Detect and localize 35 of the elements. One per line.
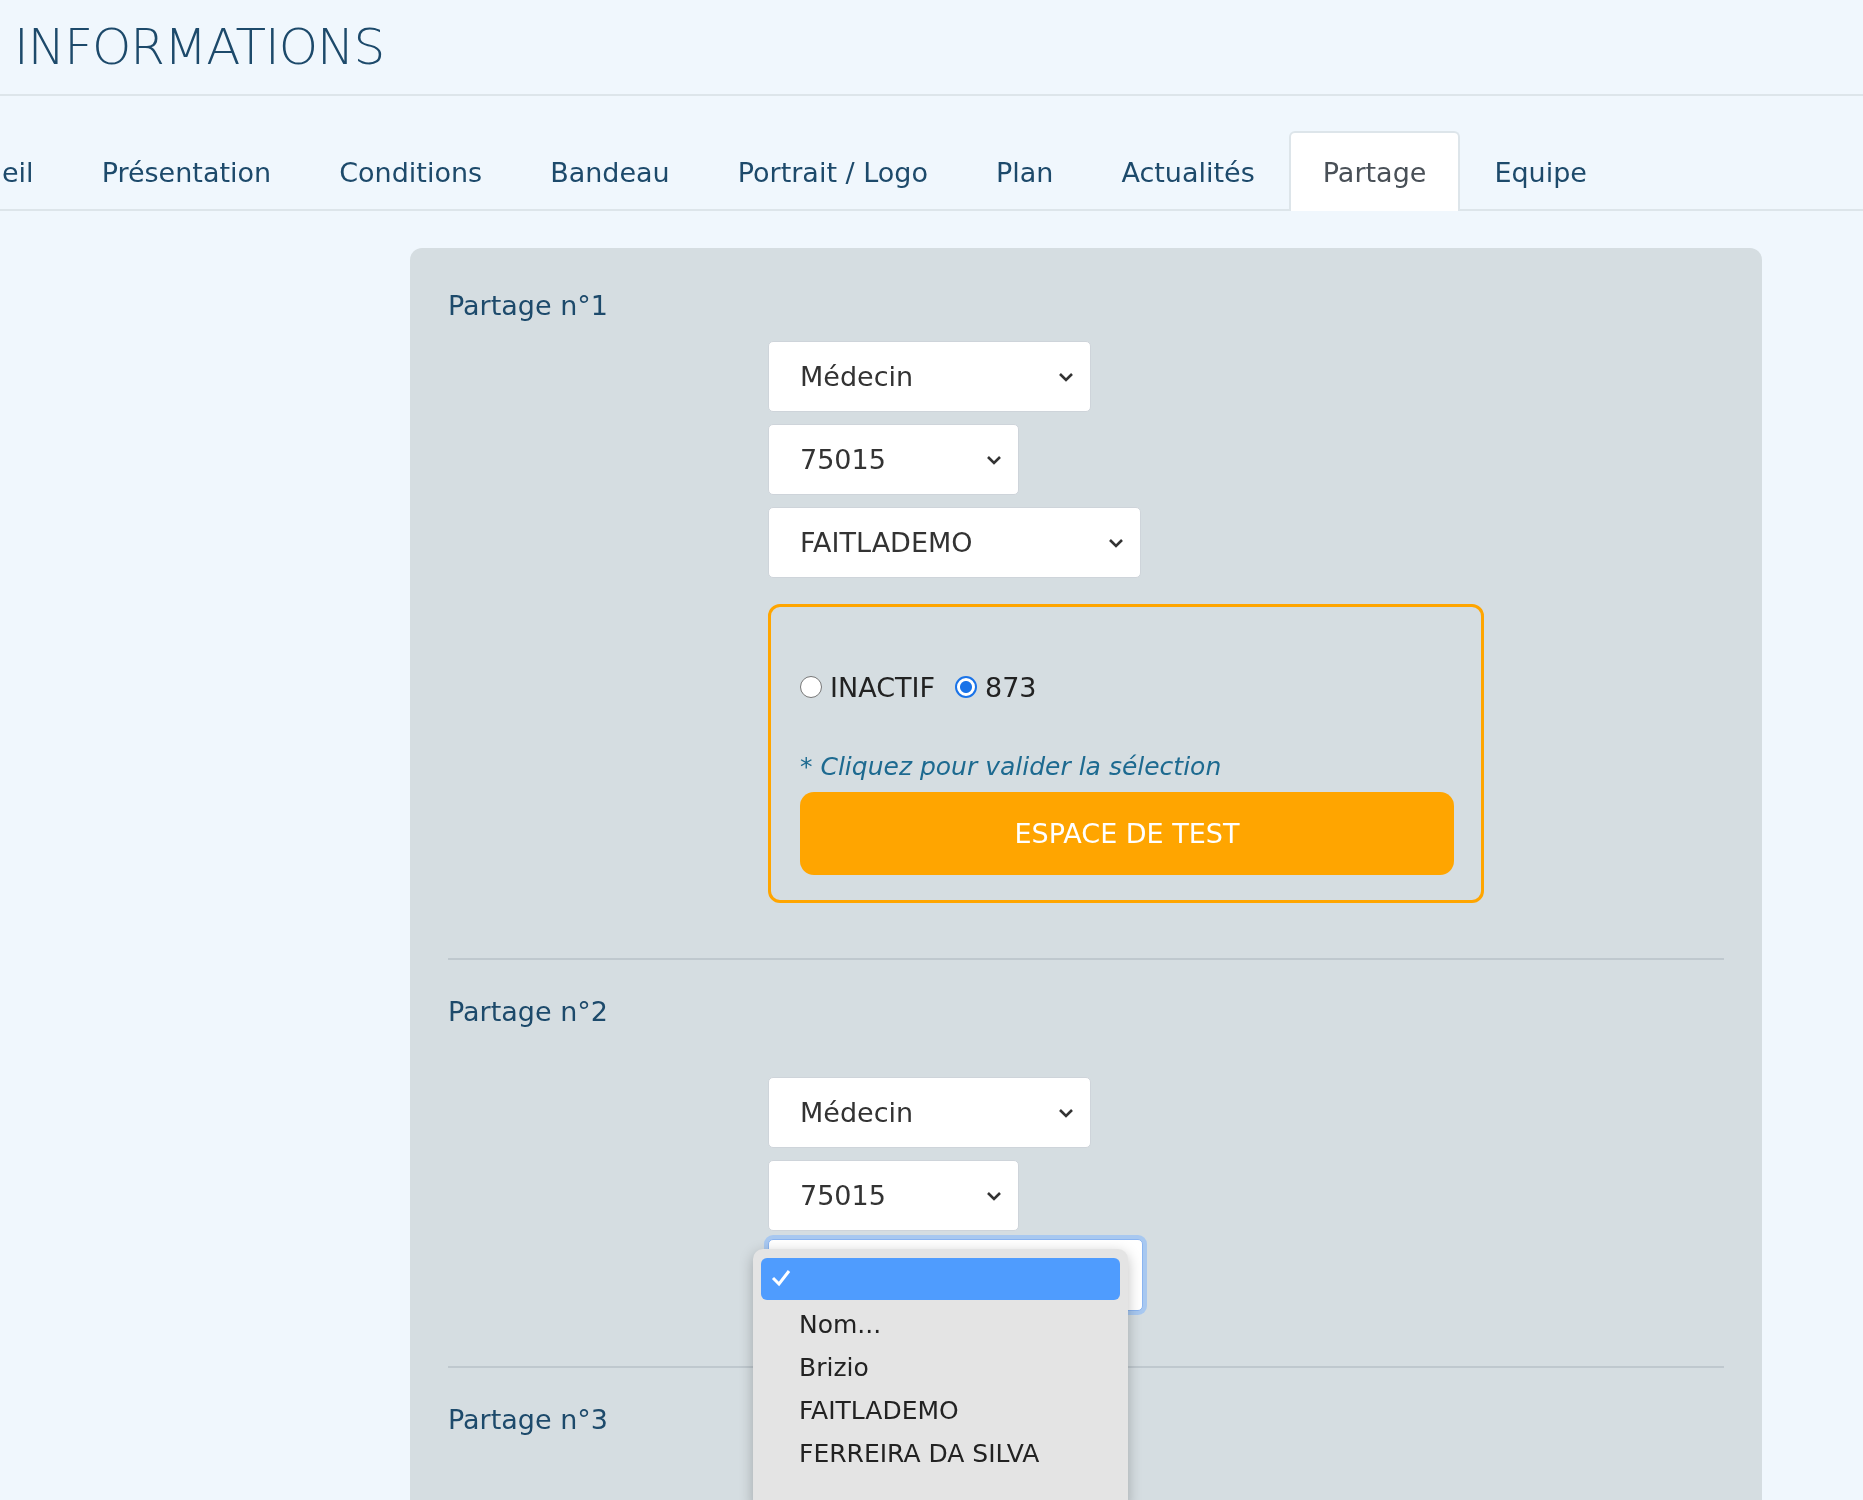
radio-option[interactable]: 873 — [955, 671, 1037, 703]
tab[interactable]: Equipe — [1460, 131, 1621, 211]
dropdown-option[interactable]: Brizio — [761, 1348, 1120, 1386]
tab[interactable]: Conditions — [305, 131, 517, 211]
radio-label: 873 — [985, 671, 1037, 703]
section-title: Partage n°3 — [448, 1403, 608, 1437]
dropdown-field[interactable]: FAITLADEMO — [768, 507, 1141, 578]
chevron-down-icon — [986, 454, 1002, 465]
page-title: INFORMATIONS — [14, 18, 385, 76]
chevron-down-icon — [1108, 537, 1124, 548]
radio-icon[interactable] — [800, 676, 822, 698]
dropdown-field[interactable]: Médecin — [768, 1077, 1091, 1148]
dropdown-option[interactable]: FAITLADEMO — [761, 1391, 1120, 1429]
radio-icon[interactable] — [955, 676, 977, 698]
chevron-down-icon — [986, 1190, 1002, 1201]
chevron-down-icon — [1058, 371, 1074, 382]
section-title: Partage n°2 — [448, 995, 608, 1029]
tab[interactable]: eil — [0, 131, 68, 211]
dropdown-option[interactable]: Nom... — [761, 1305, 1120, 1343]
hint-text: * Cliquez pour valider la sélection — [800, 751, 1222, 783]
tab[interactable]: Bandeau — [516, 131, 704, 211]
tab[interactable]: Actualités — [1087, 131, 1289, 211]
dropdown-field[interactable]: 75015 — [768, 1160, 1019, 1231]
radio-label: INACTIF — [830, 671, 935, 703]
tab[interactable]: Présentation — [67, 131, 306, 211]
chevron-down-icon — [1058, 1107, 1074, 1118]
tab[interactable]: Partage — [1288, 131, 1461, 211]
section-title: Partage n°1 — [448, 289, 608, 323]
radio-option[interactable]: INACTIF — [800, 671, 935, 703]
dropdown-field[interactable]: Médecin — [768, 341, 1091, 412]
tab[interactable]: Portrait / Logo — [703, 131, 962, 211]
dropdown-field[interactable]: 75015 — [768, 424, 1019, 495]
checkmark-icon — [771, 1269, 791, 1287]
dropdown-option[interactable]: FERREIRA DA SILVA — [761, 1434, 1120, 1472]
tab[interactable]: Plan — [962, 131, 1088, 211]
